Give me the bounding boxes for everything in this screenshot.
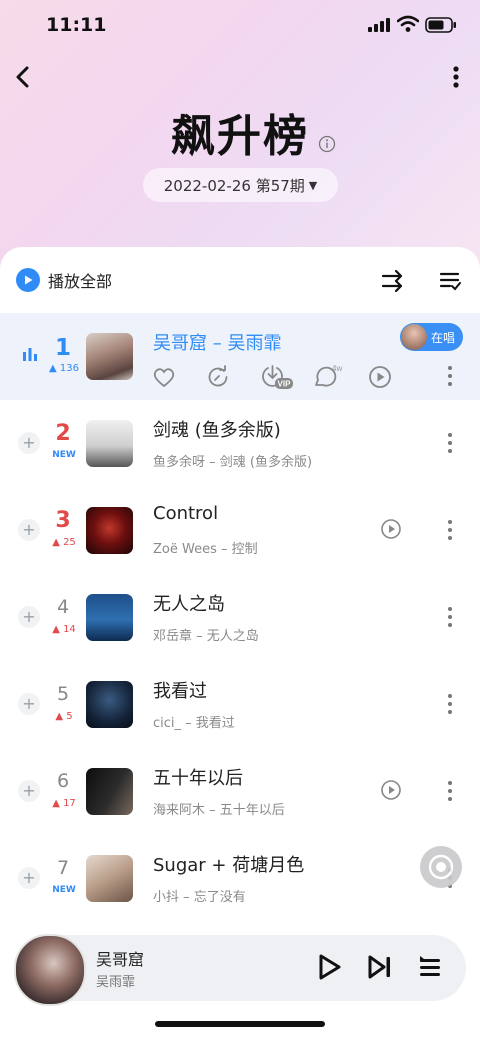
add-icon[interactable]: + <box>18 867 40 889</box>
target-icon <box>428 854 454 880</box>
song-title: Sugar + 荷塘月色 <box>153 855 305 876</box>
playlist-icon[interactable] <box>418 953 442 981</box>
row-more-icon[interactable] <box>444 693 456 715</box>
mv-play-icon[interactable] <box>366 363 394 391</box>
play-icon[interactable] <box>316 953 342 981</box>
album-cover[interactable] <box>86 420 133 467</box>
rank-number: 4 <box>56 596 70 618</box>
add-icon[interactable]: + <box>18 606 40 628</box>
song-row[interactable]: + 2 NEW 剑魂 (鱼多余版) 鱼多余呀 – 剑魂 (鱼多余版) <box>0 400 480 487</box>
home-indicator <box>155 1021 325 1027</box>
wifi-icon <box>397 15 419 32</box>
song-row[interactable]: + 7 NEW Sugar + 荷塘月色 小抖 – 忘了没有 <box>0 835 480 922</box>
add-icon[interactable]: + <box>18 780 40 802</box>
rank-number: 2 <box>55 421 71 446</box>
rank-number: 7 <box>56 857 70 879</box>
play-circle-icon <box>16 268 40 292</box>
album-cover[interactable] <box>86 855 133 902</box>
rank-change: ▲ 136 <box>49 363 79 374</box>
singing-badge[interactable]: 在唱 <box>400 323 463 351</box>
album-cover[interactable] <box>86 681 133 728</box>
album-cover[interactable] <box>86 594 133 641</box>
rank-change: ▲ 25 <box>52 537 76 548</box>
rank-number: 5 <box>56 683 70 705</box>
song-subtitle: 邓岳章 – 无人之岛 <box>153 629 259 644</box>
song-title: 剑魂 (鱼多余版) <box>153 420 281 441</box>
info-icon[interactable] <box>318 135 336 153</box>
play-all-label: 播放全部 <box>48 272 113 291</box>
song-title: Control <box>153 503 219 524</box>
rank-number: 6 <box>56 770 70 792</box>
rank-change: ▲ 5 <box>55 711 73 722</box>
heart-icon[interactable] <box>150 363 178 391</box>
row-more-icon[interactable] <box>444 606 456 628</box>
song-title: 吴哥窟 – 吴雨霏 <box>153 333 282 354</box>
song-row[interactable]: + 5 ▲ 5 我看过 cici_ – 我看过 <box>0 661 480 748</box>
vip-label: VIP <box>278 380 292 389</box>
song-subtitle: 海来阿木 – 五十年以后 <box>153 803 285 818</box>
song-subtitle: 小抖 – 忘了没有 <box>153 890 246 905</box>
back-arrow-icon[interactable] <box>10 62 40 92</box>
more-vertical-icon[interactable] <box>444 62 468 92</box>
song-title: 无人之岛 <box>153 594 225 615</box>
play-all-button[interactable]: 播放全部 <box>16 268 112 292</box>
add-icon[interactable]: + <box>18 432 40 454</box>
status-time: 11:11 <box>46 14 107 36</box>
song-subtitle: Zoë Wees – 控制 <box>153 542 258 557</box>
song-row[interactable]: + 6 ▲ 17 五十年以后 海来阿木 – 五十年以后 <box>0 748 480 835</box>
rank-change: ▲ 14 <box>52 624 76 635</box>
row-more-icon[interactable] <box>444 519 456 541</box>
rank-number: 1 <box>54 335 71 361</box>
status-bar: 11:11 <box>0 0 480 54</box>
add-icon[interactable]: + <box>18 519 40 541</box>
download-vip-icon[interactable]: VIP <box>258 363 294 391</box>
album-cover[interactable] <box>86 333 133 380</box>
album-cover[interactable] <box>86 768 133 815</box>
rank-change: ▲ 17 <box>52 798 76 809</box>
page-title: 飙升榜 <box>171 111 309 162</box>
comment-icon[interactable]: 4w <box>312 363 346 391</box>
period-selector[interactable]: 2022-02-26 第57期 ▼ <box>143 168 338 202</box>
rank-change: NEW <box>52 885 76 895</box>
singing-label: 在唱 <box>431 331 456 345</box>
mv-play-icon[interactable] <box>380 779 402 801</box>
mini-player-cover[interactable] <box>14 934 86 1006</box>
period-label: 2022-02-26 第57期 <box>163 176 305 195</box>
add-icon[interactable]: + <box>18 693 40 715</box>
row-more-icon[interactable] <box>444 780 456 802</box>
album-cover[interactable] <box>86 507 133 554</box>
related-icon[interactable] <box>204 363 232 391</box>
battery-icon <box>425 17 456 33</box>
song-title: 五十年以后 <box>153 768 243 789</box>
shuffle-icon[interactable] <box>380 268 406 294</box>
cellular-signal-icon <box>368 18 390 32</box>
song-subtitle: cici_ – 我看过 <box>153 716 235 731</box>
mv-play-icon[interactable] <box>380 518 402 540</box>
singer-avatar <box>401 324 427 350</box>
chevron-down-icon: ▼ <box>308 178 318 192</box>
song-title: 我看过 <box>153 681 207 702</box>
now-playing-bars-icon <box>23 348 37 361</box>
mini-player-artist: 吴雨霏 <box>96 975 136 990</box>
row-more-icon[interactable] <box>444 365 456 387</box>
floating-assistant-button[interactable] <box>420 846 462 888</box>
row-more-icon[interactable] <box>444 432 456 454</box>
mini-player-song: 吴哥窟 <box>96 950 145 969</box>
rank-number: 3 <box>55 508 71 533</box>
next-track-icon[interactable] <box>367 953 393 981</box>
song-subtitle: 鱼多余呀 – 剑魂 (鱼多余版) <box>153 455 313 470</box>
multi-select-icon[interactable] <box>438 268 462 294</box>
rank-change: NEW <box>52 450 76 460</box>
song-actions: VIP 4w <box>150 363 400 391</box>
comment-count: 4w <box>332 364 342 373</box>
song-row[interactable]: + 3 ▲ 25 Control Zoë Wees – 控制 <box>0 487 480 574</box>
song-row[interactable]: + 4 ▲ 14 无人之岛 邓岳章 – 无人之岛 <box>0 574 480 661</box>
